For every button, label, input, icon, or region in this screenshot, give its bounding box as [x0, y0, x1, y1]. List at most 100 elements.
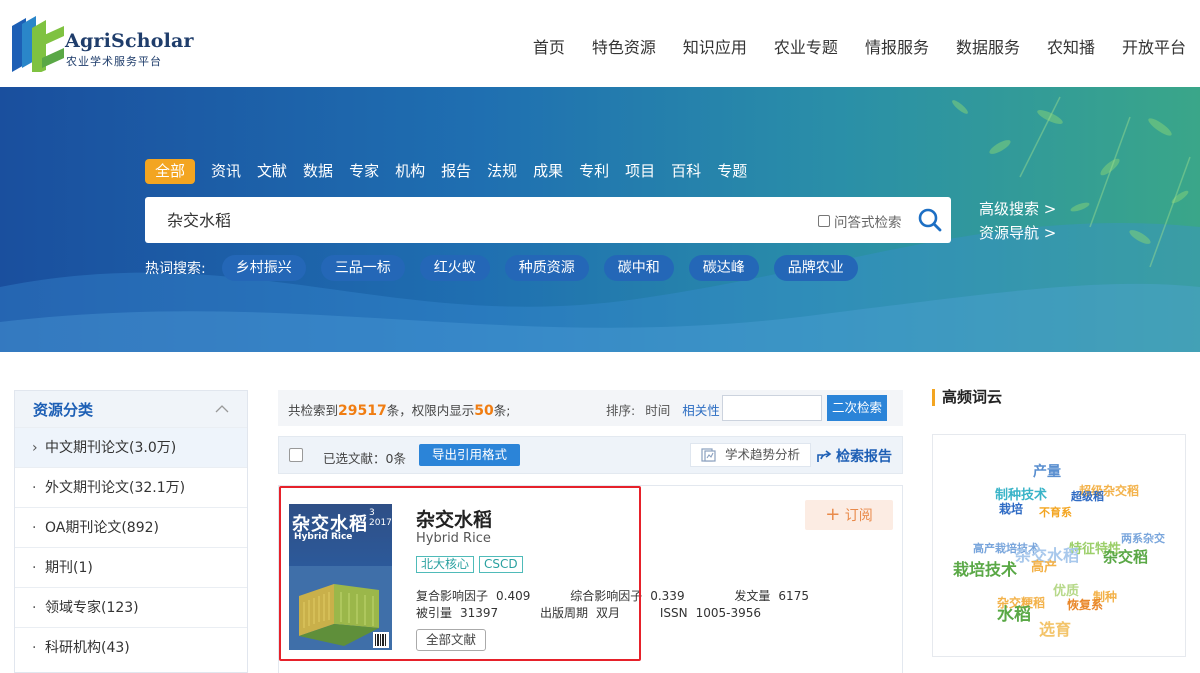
resource-nav-link[interactable]: 资源导航 > [979, 221, 1056, 245]
sidebar-item-oa-journals[interactable]: · OA期刊论文(892) [15, 507, 247, 547]
cloud-word[interactable]: 产量 [1033, 461, 1061, 481]
nav-data[interactable]: 数据服务 [956, 34, 1020, 58]
cited-label: 被引量 [416, 606, 453, 620]
hot-tag[interactable]: 碳达峰 [688, 255, 759, 281]
select-all-checkbox[interactable] [289, 448, 303, 462]
issn-label: ISSN [659, 606, 688, 620]
advanced-search-link[interactable]: 高级搜索 > [979, 197, 1056, 221]
composite-label: 综合影响因子 [570, 589, 643, 603]
nav-topics[interactable]: 农业专题 [774, 34, 838, 58]
tab-news[interactable]: 资讯 [211, 159, 241, 184]
tab-all[interactable]: 全部 [145, 159, 196, 184]
sidebar-item-foreign-journals[interactable]: · 外文期刊论文(32.1万) [15, 467, 247, 507]
sidebar-item-institutions[interactable]: · 科研机构(43) [15, 627, 247, 667]
tab-institutions[interactable]: 机构 [395, 159, 425, 184]
tab-achievements[interactable]: 成果 [533, 159, 563, 184]
dot-icon: · [32, 560, 37, 576]
second-search-button[interactable]: 二次检索 [827, 395, 887, 421]
trend-chart-icon [701, 448, 716, 462]
second-search-input[interactable] [722, 395, 822, 421]
sort-label: 排序: [606, 403, 636, 418]
category-tabs: 全部 资讯 文献 数据 专家 机构 报告 法规 成果 专利 项目 百科 专题 [145, 159, 763, 184]
sidebar-item-experts[interactable]: · 领域专家(123) [15, 587, 247, 627]
nav-featured[interactable]: 特色资源 [592, 34, 656, 58]
dot-icon: · [32, 520, 37, 536]
hot-tag[interactable]: 三品一标 [320, 255, 405, 281]
subscribe-label: 订阅 [844, 508, 873, 524]
nav-knowledge[interactable]: 知识应用 [683, 34, 747, 58]
cloud-word[interactable]: 选育 [1039, 616, 1071, 640]
journal-tags: 北大核心 CSCD [416, 556, 528, 573]
cycle-value: 双月 [596, 606, 621, 620]
sidebar-header[interactable]: 资源分类 [15, 391, 247, 427]
share-icon [817, 449, 832, 462]
qa-label: 问答式检索 [834, 215, 902, 231]
hot-tag[interactable]: 品牌农业 [773, 255, 858, 281]
nav-open-platform[interactable]: 开放平台 [1122, 34, 1186, 58]
resource-sidebar: 资源分类 › 中文期刊论文(3.0万) · 外文期刊论文(32.1万) · OA… [14, 390, 248, 673]
search-input[interactable] [167, 209, 767, 228]
tab-reports[interactable]: 报告 [441, 159, 471, 184]
total-count: 29517 [338, 403, 387, 419]
volume-value: 6175 [778, 589, 809, 603]
journal-title[interactable]: 杂交水稻 [416, 505, 492, 532]
nav-broadcast[interactable]: 农知播 [1047, 34, 1095, 58]
sidebar-item-cn-journals[interactable]: › 中文期刊论文(3.0万) [15, 427, 247, 467]
tab-literature[interactable]: 文献 [257, 159, 287, 184]
search-banner: 全部 资讯 文献 数据 专家 机构 报告 法规 成果 专利 项目 百科 专题 问… [0, 87, 1200, 352]
dot-icon: · [32, 640, 37, 656]
sidebar-item-label: 中文期刊论文(3.0万) [45, 440, 177, 456]
hot-tag[interactable]: 红火蚁 [419, 255, 490, 281]
tab-encyclopedia[interactable]: 百科 [671, 159, 701, 184]
tab-special-topics[interactable]: 专题 [717, 159, 747, 184]
tab-regulations[interactable]: 法规 [487, 159, 517, 184]
cloud-word[interactable]: 恢复系 [1067, 596, 1103, 613]
chevron-right-icon: › [32, 440, 38, 456]
tab-projects[interactable]: 项目 [625, 159, 655, 184]
trend-analysis-button[interactable]: 学术趋势分析 [690, 443, 812, 467]
dot-icon: · [32, 600, 37, 616]
cloud-word[interactable]: 水稻 [997, 600, 1031, 625]
cloud-word[interactable]: 两系杂交 [1121, 530, 1165, 546]
chevron-up-icon[interactable] [215, 405, 229, 413]
search-report-button[interactable]: 检索报告 [817, 446, 892, 466]
cloud-word[interactable]: 高产 [1031, 556, 1057, 575]
cloud-word[interactable]: 栽培 [999, 500, 1023, 517]
journal-meta-row-1: 复合影响因子 0.409 综合影响因子 0.339 发文量 6175 [416, 587, 809, 604]
nav-intelligence[interactable]: 情报服务 [865, 34, 929, 58]
word-cloud: 产量 制种技术 超级杂交稻 超级稻 栽培 不育系 两系杂交 特征特性 高产栽培技… [932, 434, 1186, 657]
sort-relevance[interactable]: 相关性 [682, 403, 720, 418]
journal-cover-image[interactable]: 杂交水稻 Hybrid Rice 3 2017 [289, 504, 392, 650]
export-citation-button[interactable]: 导出引用格式 [419, 444, 521, 466]
dot-icon: · [32, 480, 37, 496]
tab-experts[interactable]: 专家 [349, 159, 379, 184]
qa-search-toggle[interactable]: 问答式检索 [818, 211, 902, 231]
search-icon[interactable] [917, 207, 943, 233]
qa-checkbox[interactable] [818, 215, 830, 227]
report-label: 检索报告 [836, 449, 892, 465]
count-mid: 条，权限内显示 [386, 403, 475, 418]
cloud-word[interactable]: 栽培技术 [953, 556, 1017, 580]
logo[interactable]: AgriScholar 农业学术服务平台 [12, 12, 194, 74]
cloud-word[interactable]: 不育系 [1039, 504, 1072, 520]
nav-home[interactable]: 首页 [533, 34, 565, 58]
hot-tag[interactable]: 碳中和 [603, 255, 674, 281]
issn-value: 1005-3956 [695, 606, 762, 620]
cloud-word[interactable]: 杂交稻 [1103, 546, 1148, 567]
composite-value: 0.339 [650, 589, 685, 603]
sort-time[interactable]: 时间 [645, 403, 670, 418]
sidebar-item-journals[interactable]: · 期刊(1) [15, 547, 247, 587]
count-prefix: 共检索到 [288, 403, 339, 418]
all-documents-button[interactable]: 全部文献 [416, 629, 487, 651]
shown-count: 50 [474, 403, 494, 419]
subscribe-button[interactable]: + 订阅 [805, 500, 893, 530]
count-suffix: 条; [493, 403, 511, 418]
journal-english-title: Hybrid Rice [416, 531, 491, 546]
tab-data[interactable]: 数据 [303, 159, 333, 184]
cloud-word[interactable]: 超级稻 [1071, 488, 1104, 504]
tab-patents[interactable]: 专利 [579, 159, 609, 184]
hot-tag[interactable]: 乡村振兴 [221, 255, 306, 281]
hot-tag[interactable]: 种质资源 [504, 255, 589, 281]
tag-cscd: CSCD [479, 556, 523, 573]
sidebar-item-label: 领域专家(123) [45, 600, 139, 616]
